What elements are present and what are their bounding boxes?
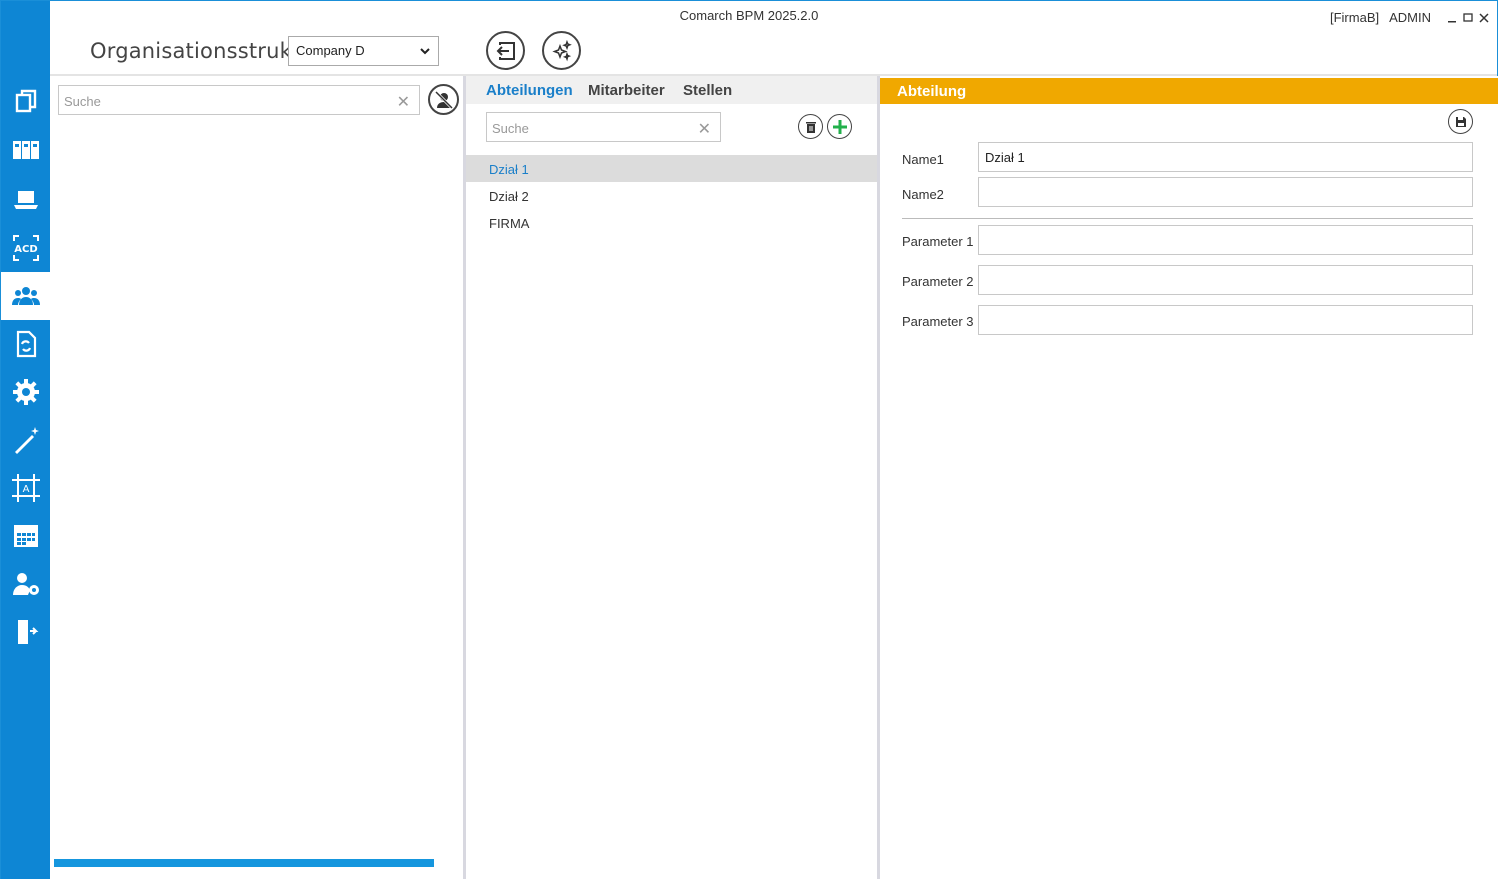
parameter3-label: Parameter 3: [902, 314, 974, 329]
user-name: ADMIN: [1389, 10, 1431, 25]
sidebar-item-organisation[interactable]: [1, 272, 50, 320]
tab-abteilungen[interactable]: Abteilungen: [486, 82, 573, 99]
left-panel: Suche ✕: [50, 76, 463, 879]
sidebar-item-designer[interactable]: A: [1, 464, 50, 512]
left-search-input[interactable]: Suche ✕: [58, 85, 420, 115]
import-button[interactable]: [486, 31, 525, 70]
name1-input[interactable]: Dział 1: [978, 142, 1473, 172]
svg-text:A: A: [22, 484, 29, 495]
parameter2-input[interactable]: [978, 265, 1473, 295]
sidebar-item-calendar[interactable]: [1, 512, 50, 560]
clear-search-icon[interactable]: ✕: [698, 119, 711, 139]
minimize-button[interactable]: [1447, 13, 1457, 23]
user-slash-icon: [434, 90, 453, 109]
titlebar-right: [FirmaB] ADMIN: [1330, 10, 1489, 25]
name1-label: Name1: [902, 152, 944, 167]
magic-wand-icon: [14, 427, 39, 454]
tab-stellen[interactable]: Stellen: [683, 82, 732, 99]
parameter2-label: Parameter 2: [902, 274, 974, 289]
right-panel: Abteilung Name1 Dział 1 Name2 Parameter …: [880, 76, 1498, 879]
name2-label: Name2: [902, 187, 944, 202]
left-search-placeholder: Suche: [64, 94, 101, 109]
middle-panel: Abteilungen Mitarbeiter Stellen Suche ✕ …: [466, 76, 877, 879]
sparkles-icon: [551, 39, 572, 61]
minimize-icon: [1448, 20, 1456, 22]
magic-sparkle-button[interactable]: [542, 31, 581, 70]
sidebar-item-documents[interactable]: [1, 77, 50, 125]
close-button[interactable]: [1479, 12, 1489, 23]
clear-search-icon[interactable]: ✕: [397, 92, 410, 112]
parameter1-label: Parameter 1: [902, 234, 974, 249]
window-controls: [1447, 12, 1489, 23]
parameter3-input[interactable]: [978, 305, 1473, 335]
tab-mitarbeiter[interactable]: Mitarbeiter: [588, 82, 665, 99]
delete-button[interactable]: [798, 114, 823, 139]
progress-bar: [54, 859, 434, 867]
list-item[interactable]: Dział 2: [466, 182, 877, 209]
sidebar-item-document-sync[interactable]: [1, 320, 50, 368]
list-item[interactable]: Dział 1: [466, 155, 877, 182]
user-filter-button[interactable]: [428, 84, 459, 115]
close-icon: [1479, 12, 1489, 23]
sidebar-item-logout[interactable]: [1, 608, 50, 656]
import-icon: [496, 41, 515, 60]
chevron-down-icon: [420, 48, 430, 55]
gear-icon: [12, 379, 39, 405]
documents-icon: [15, 89, 36, 113]
save-button[interactable]: [1448, 109, 1473, 134]
logout-door-icon: [17, 620, 38, 644]
sidebar-item-settings[interactable]: [1, 368, 50, 416]
trash-icon: [805, 121, 816, 133]
maximize-icon: [1463, 12, 1473, 22]
mid-search-placeholder: Suche: [492, 121, 529, 136]
sidebar: ACD A: [1, 1, 50, 879]
binders-icon: [12, 141, 39, 159]
laptop-icon: [13, 191, 38, 209]
tabs-bar: Abteilungen Mitarbeiter Stellen: [466, 76, 877, 104]
form-separator: [902, 218, 1473, 219]
sidebar-item-laptop[interactable]: [1, 176, 50, 224]
name2-input[interactable]: [978, 177, 1473, 207]
calendar-icon: [13, 525, 38, 547]
sidebar-item-user-settings[interactable]: [1, 560, 50, 608]
app-window: ACD A Comarch BPM 2025.2.0 [FirmaB] ADMI: [0, 0, 1498, 879]
document-sync-icon: [16, 330, 36, 358]
design-frame-icon: A: [11, 474, 40, 502]
svg-text:ACD: ACD: [14, 244, 37, 255]
plus-icon: [832, 119, 847, 134]
maximize-button[interactable]: [1463, 12, 1473, 23]
company-tag: [FirmaB]: [1329, 10, 1380, 25]
list-item[interactable]: FIRMA: [466, 209, 877, 236]
users-group-icon: [11, 287, 40, 305]
section-header: Abteilung: [880, 78, 1498, 104]
sidebar-item-acd[interactable]: ACD: [1, 224, 50, 272]
company-select-value: Company D: [296, 43, 365, 58]
sidebar-item-wizard[interactable]: [1, 416, 50, 464]
mid-search-input[interactable]: Suche ✕: [486, 112, 721, 142]
floppy-disk-icon: [1455, 116, 1466, 127]
company-select[interactable]: Company D: [288, 36, 439, 66]
user-settings-icon: [12, 573, 39, 595]
sidebar-item-binders[interactable]: [1, 126, 50, 174]
acd-icon: ACD: [12, 235, 39, 261]
window-title: Comarch BPM 2025.2.0: [679, 8, 819, 23]
add-button[interactable]: [827, 114, 852, 139]
parameter1-input[interactable]: [978, 225, 1473, 255]
